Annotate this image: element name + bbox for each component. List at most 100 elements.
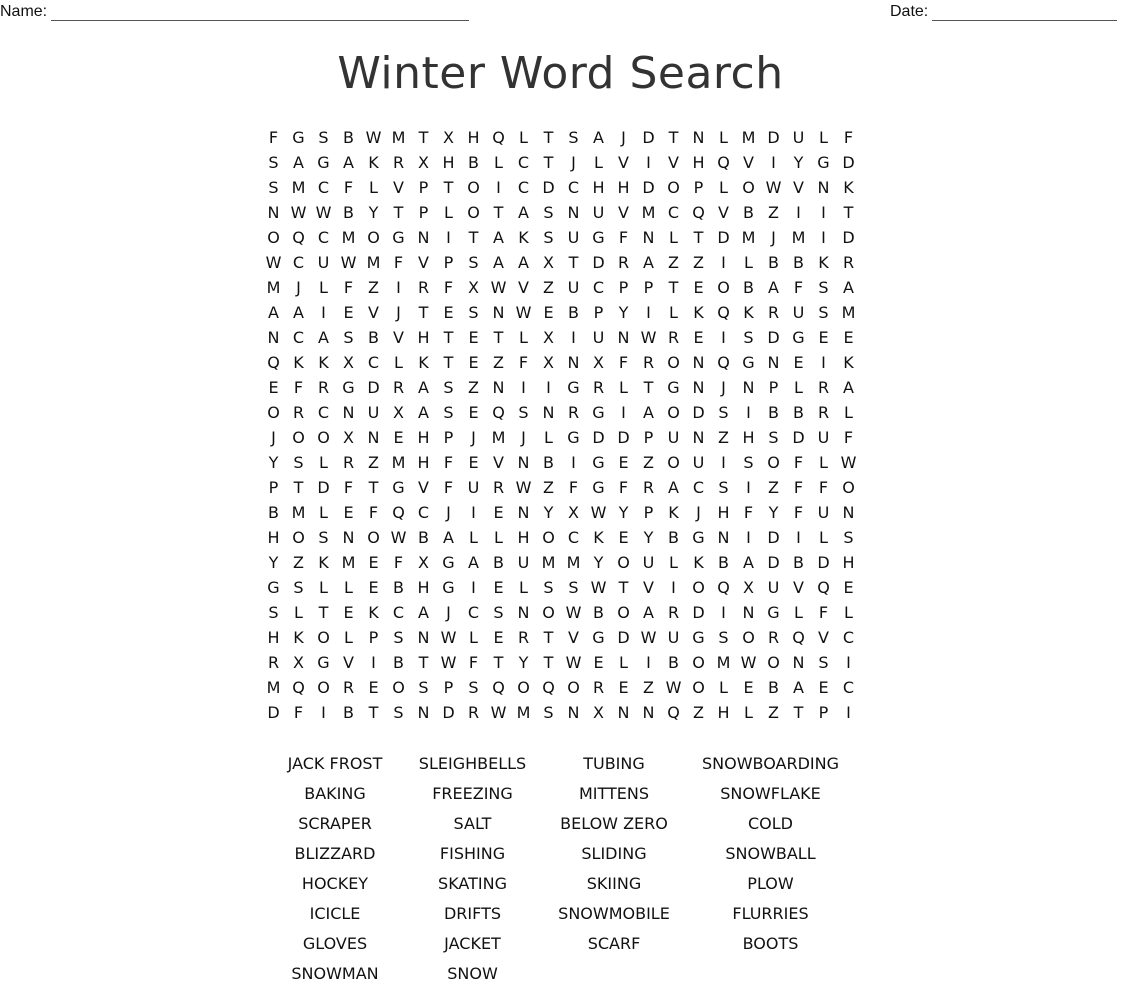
word-list-item: JACK FROST (287, 754, 383, 773)
grid-cell: S (768, 428, 779, 447)
grid-cell: L (519, 578, 528, 597)
grid-cell: K (318, 553, 329, 572)
name-field[interactable]: Name: (0, 3, 470, 21)
grid-cell: T (543, 628, 554, 647)
grid-cell: F (343, 278, 354, 297)
grid-cell: O (617, 603, 630, 622)
grid-cell: E (843, 578, 854, 597)
grid-cell: M (366, 253, 381, 272)
grid-cell: U (767, 578, 780, 597)
grid-cell: G (592, 628, 605, 647)
word-list-item: TUBING (583, 754, 645, 773)
grid-cell: W (265, 253, 282, 272)
grid-cell: S (393, 628, 404, 647)
grid-cell: S (418, 678, 429, 697)
grid-cell: J (296, 278, 301, 297)
grid-cell: B (343, 203, 354, 222)
grid-cell: S (568, 128, 579, 147)
grid-cell: S (468, 303, 479, 322)
grid-cell: X (443, 128, 454, 147)
grid-cell: S (268, 178, 279, 197)
grid-cell: Z (668, 253, 679, 272)
grid-cell: G (692, 628, 705, 647)
grid-cell: P (443, 253, 454, 272)
grid-cell: O (767, 453, 780, 472)
grid-cell: L (469, 628, 478, 647)
grid-cell: D (542, 178, 555, 197)
grid-cell: Q (392, 503, 405, 522)
grid-cell: R (292, 403, 305, 422)
grid-cell: M (341, 228, 356, 247)
grid-cell: A (268, 303, 279, 322)
grid-cell: Q (817, 578, 830, 597)
grid-cell: L (794, 603, 803, 622)
grid-cell: H (267, 628, 280, 647)
grid-cell: Q (492, 128, 505, 147)
grid-cell: M (716, 653, 731, 672)
grid-cell: R (517, 628, 530, 647)
grid-cell: W (440, 628, 457, 647)
grid-cell: N (342, 403, 355, 422)
grid-cell: F (468, 653, 479, 672)
grid-cell: W (365, 128, 382, 147)
grid-cell: M (291, 178, 306, 197)
grid-cell: T (543, 153, 554, 172)
grid-cell: E (468, 453, 479, 472)
grid-cell: F (793, 478, 804, 497)
grid-cell: I (396, 278, 401, 297)
word-list-item: GLOVES (302, 934, 368, 953)
grid-cell: S (268, 153, 279, 172)
grid-cell: F (368, 503, 379, 522)
grid-cell: A (793, 678, 804, 697)
date-field[interactable]: Date: (890, 3, 1118, 21)
grid-cell: E (343, 303, 354, 322)
grid-cell: K (818, 253, 829, 272)
grid-cell: E (393, 428, 404, 447)
name-blank-line[interactable] (51, 4, 470, 21)
grid-cell: N (717, 528, 730, 547)
word-list: JACK FROST SLEIGHBELLS TUBING SNOWBOARDING B… (265, 751, 853, 991)
grid-cell: V (418, 478, 429, 497)
grid-cell: Y (643, 528, 654, 547)
grid-cell: N (842, 503, 855, 522)
grid-cell: S (468, 678, 479, 697)
grid-cell: N (517, 503, 530, 522)
grid-cell: V (718, 203, 729, 222)
grid-cell: T (293, 478, 304, 497)
grid-cell: B (343, 128, 354, 147)
grid-cell: G (317, 153, 330, 172)
grid-cell: S (718, 628, 729, 647)
grid-cell: S (443, 378, 454, 397)
grid-cell: R (342, 678, 355, 697)
grid-cell: B (793, 253, 804, 272)
grid-cell: R (642, 478, 655, 497)
grid-cell: M (266, 278, 281, 297)
grid-cell: I (546, 378, 551, 397)
grid-cell: G (317, 653, 330, 672)
grid-cell: P (643, 278, 654, 297)
grid-cell: E (693, 278, 704, 297)
grid-cell: H (717, 703, 730, 722)
grid-cell: O (367, 228, 380, 247)
word-list-item: FLURRIES (732, 904, 809, 923)
grid-cell: A (768, 278, 779, 297)
grid-cell: I (446, 228, 451, 247)
name-label: Name: (0, 3, 48, 20)
grid-cell: S (818, 278, 829, 297)
grid-cell: B (343, 703, 354, 722)
date-blank-line[interactable] (932, 4, 1118, 21)
grid-cell: M (291, 503, 306, 522)
grid-cell: G (692, 528, 705, 547)
grid-cell: R (267, 653, 280, 672)
grid-cell: D (267, 703, 280, 722)
grid-cell: U (592, 328, 605, 347)
grid-cell: K (293, 353, 304, 372)
grid-cell: S (718, 478, 729, 497)
grid-cell: G (742, 353, 755, 372)
grid-cell: T (443, 353, 454, 372)
grid-cell: W (740, 653, 757, 672)
grid-cell: Z (543, 478, 554, 497)
grid-cell: E (818, 678, 829, 697)
grid-cell: O (317, 628, 330, 647)
grid-cell: R (667, 603, 680, 622)
